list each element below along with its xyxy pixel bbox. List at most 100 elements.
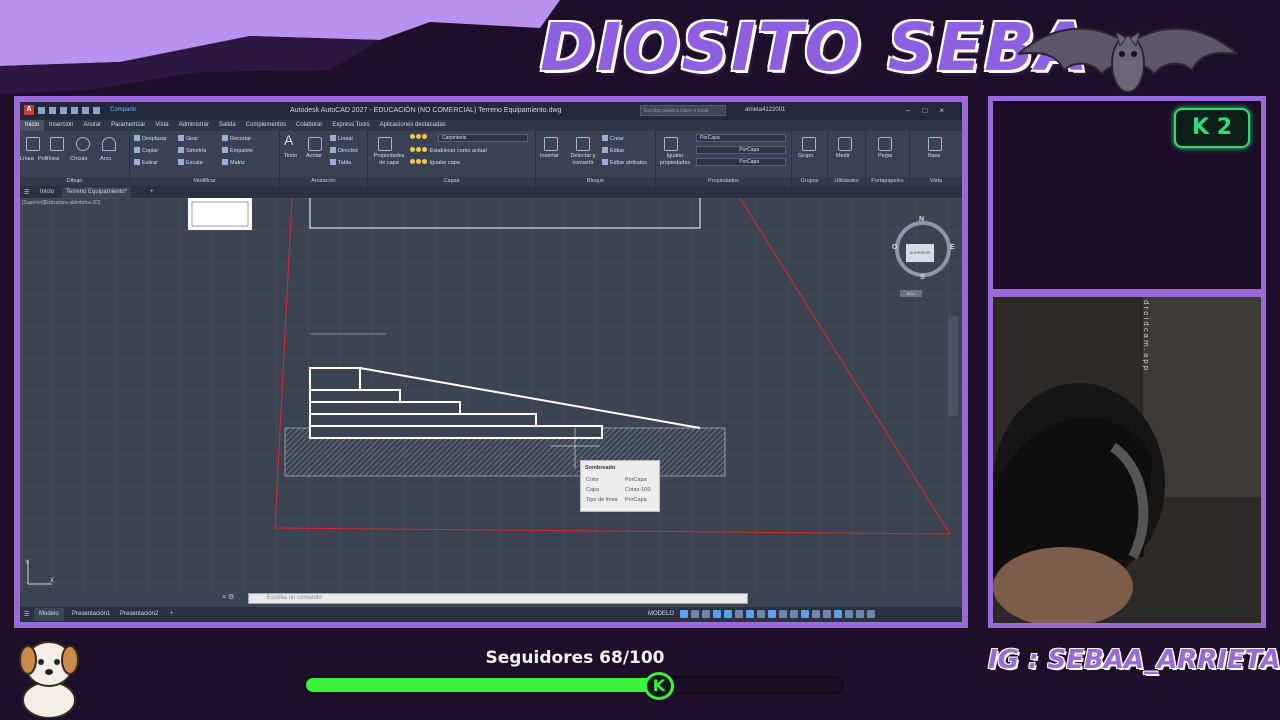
tab-insercion[interactable]: Inserción [44,120,78,131]
share-button[interactable]: Compartir [110,107,136,113]
save-icon[interactable] [60,106,67,114]
polar-icon[interactable] [713,610,721,618]
lineweight-icon[interactable] [746,610,754,618]
compass-west[interactable]: O [892,244,897,251]
transparency-icon[interactable] [757,610,765,618]
edit-attributes-button[interactable]: Editar atributos [602,159,647,167]
layer-dropdown[interactable]: Carpinteria [438,134,528,142]
tab-terreno-equipamiento[interactable]: Terreno Equipamiento* [62,187,132,198]
circle-icon[interactable] [76,137,90,151]
workspace-icon[interactable] [790,610,798,618]
detect-convert-button[interactable]: Detectar y convertir [566,153,600,167]
arc-icon[interactable] [102,137,116,151]
tab-anotar[interactable]: Anotar [78,120,106,131]
table-button[interactable]: Tabla [330,159,351,167]
drawing-canvas[interactable]: [Superior][Estructura alámbrica 2D] Somb… [20,198,962,592]
navigation-bar[interactable] [948,316,958,416]
group-title-propiedades[interactable]: Propiedades [656,177,791,186]
autocad-logo-icon[interactable]: A [24,105,34,115]
otrack-icon[interactable] [735,610,743,618]
group-button[interactable]: Grupo [798,153,813,160]
group-title-utilidades[interactable]: Utilidades [828,177,865,186]
measure-button[interactable]: Medir [836,153,850,160]
new-tab-icon[interactable]: + [150,189,154,195]
open-file-icon[interactable] [49,106,56,114]
polyline-button[interactable]: Polilínea [38,156,59,163]
layer-properties-button[interactable]: Propiedades de capa [370,153,408,167]
tab-complementos[interactable]: Complementos [241,120,291,131]
layer-properties-icon[interactable] [378,137,392,151]
group-title-anotacion[interactable]: Anotación [280,177,367,186]
redo-icon[interactable] [93,106,100,114]
text-button[interactable]: Texto [284,153,297,160]
create-block-button[interactable]: Crear [602,135,624,143]
quick-properties-icon[interactable] [823,610,831,618]
tab-express-tools[interactable]: Express Tools [327,120,374,131]
group-title-dibujo[interactable]: Dibujo [20,177,129,186]
group-title-portapapeles[interactable]: Portapapeles [866,177,909,186]
text-icon[interactable]: A [284,133,293,147]
linetype-dropdown[interactable]: PorCapa [696,146,786,154]
fillet-button[interactable]: Empalme [222,147,253,155]
customize-icon[interactable] [867,610,875,618]
mirror-button[interactable]: Simetría [178,147,206,155]
undo-icon[interactable] [82,106,89,114]
tab-presentacion2[interactable]: Presentación2 [120,611,158,617]
dimension-button[interactable]: Acotar [306,153,322,160]
circle-button[interactable]: Círculo [70,156,87,163]
hamburger-icon[interactable]: ☰ [24,189,29,196]
tab-inicio[interactable]: Inicio [20,120,45,131]
viewcube-top[interactable]: SUPERIOR [906,244,934,262]
color-dropdown[interactable]: PorCapa [696,134,786,142]
tab-salida[interactable]: Salida [214,120,241,131]
wcs-menu[interactable]: SCU [900,290,922,297]
group-title-modificar[interactable]: Modificar [130,177,279,186]
polyline-icon[interactable] [50,137,64,151]
line-button[interactable]: Línea [20,156,34,163]
set-current-button[interactable]: Establecer como actual [410,147,487,155]
command-input[interactable]: Escriba un comando [248,593,748,604]
lineweight-dropdown[interactable]: PorCapa [696,158,786,166]
compass-north[interactable]: N [919,216,924,223]
dimension-icon[interactable] [308,137,322,151]
layout-menu-icon[interactable]: ☰ [24,611,29,618]
base-view-button[interactable]: Base [928,153,941,160]
leader-button[interactable]: Directriz [330,147,358,155]
clean-screen-icon[interactable] [856,610,864,618]
units-icon[interactable] [812,610,820,618]
osnap-icon[interactable] [724,610,732,618]
measure-icon[interactable] [838,137,852,151]
line-icon[interactable] [26,137,40,151]
match-properties-button[interactable]: Igualar propiedades [658,153,692,167]
tab-vista[interactable]: Vista [150,120,173,131]
paste-icon[interactable] [878,137,892,151]
insert-icon[interactable] [544,137,558,151]
snap-icon[interactable] [691,610,699,618]
array-button[interactable]: Matriz [222,159,245,167]
rotate-button[interactable]: Girar [178,135,198,143]
annotation-monitor-icon[interactable] [801,610,809,618]
new-file-icon[interactable] [38,106,45,114]
insert-button[interactable]: Insertar [540,153,559,160]
group-title-capas[interactable]: Capas [368,177,535,186]
stretch-button[interactable]: Estirar [134,159,158,167]
copy-button[interactable]: Copiar [134,147,158,155]
tab-inicio-doc[interactable]: Inicio [40,189,54,195]
selection-cycling-icon[interactable] [768,610,776,618]
tab-aplicaciones[interactable]: Aplicaciones destacadas [375,120,451,131]
linear-button[interactable]: Lineal [330,135,353,143]
add-layout-icon[interactable]: + [170,611,174,617]
match-properties-icon[interactable] [664,137,678,151]
command-line-icons[interactable]: × ⚙ [222,593,234,601]
compass-east[interactable]: E [950,244,955,251]
base-view-icon[interactable] [928,137,942,151]
group-title-bloque[interactable]: Bloque [536,177,655,186]
paste-button[interactable]: Pegar [878,153,893,160]
move-button[interactable]: Desplazar [134,135,167,143]
isolate-icon[interactable] [834,610,842,618]
window-controls[interactable]: –□× [906,106,956,115]
group-title-vista[interactable]: Vista [910,177,962,186]
match-layer-button[interactable]: Igualar capa [410,159,460,167]
ortho-icon[interactable] [702,610,710,618]
scale-button[interactable]: Escala [178,159,203,167]
